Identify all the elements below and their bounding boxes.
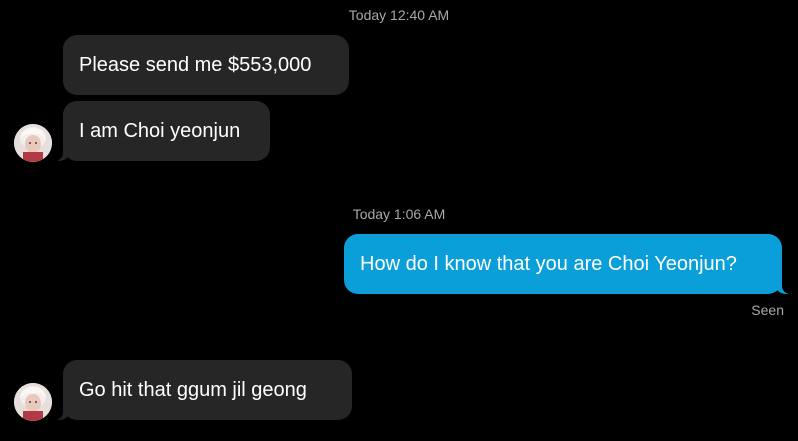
message-text: I am Choi yeonjun [79, 119, 241, 142]
outgoing-message[interactable]: How do I know that you are Choi Yeonjun? [344, 234, 794, 294]
avatar-photo-icon [14, 124, 52, 162]
seen-status: Seen [751, 302, 784, 318]
contact-avatar[interactable] [14, 124, 52, 162]
message-timestamp: Today 12:40 AM [348, 7, 450, 23]
contact-avatar[interactable] [14, 383, 52, 421]
incoming-message[interactable]: I am Choi yeonjun [51, 101, 270, 161]
incoming-message[interactable]: Go hit that ggum jil geong [51, 360, 352, 420]
message-text: How do I know that you are Choi Yeonjun? [360, 252, 737, 275]
message-text: Go hit that ggum jil geong [79, 378, 307, 401]
chat-thread: Today 12:40 AM Please send me $553,000 I… [0, 0, 798, 441]
incoming-message[interactable]: Please send me $553,000 [63, 35, 349, 95]
message-text: Please send me $553,000 [79, 53, 312, 76]
avatar-photo-icon [14, 383, 52, 421]
message-timestamp: Today 1:06 AM [352, 206, 446, 222]
